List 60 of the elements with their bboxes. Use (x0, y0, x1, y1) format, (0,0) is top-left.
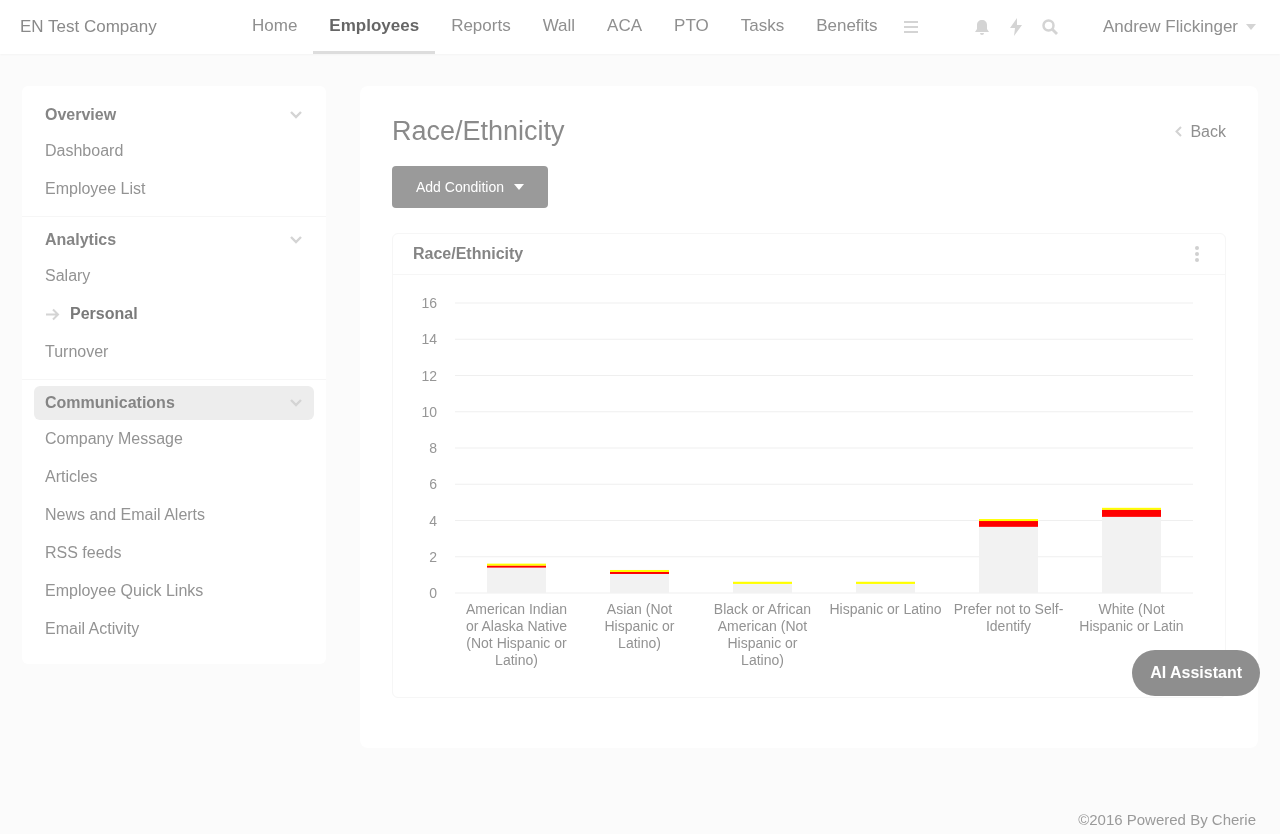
y-tick-label: 10 (421, 403, 437, 420)
y-tick-label: 0 (429, 585, 437, 601)
sidebar-item[interactable]: Dashboard (34, 132, 314, 170)
chevron-down-icon (290, 236, 302, 244)
sidebar-section-header[interactable]: Analytics (34, 223, 314, 257)
x-axis-label: Hispanic or Latino (828, 601, 943, 619)
menu-icon[interactable] (903, 21, 918, 33)
x-axis-label: White (Not Hispanic or Latin (1078, 601, 1185, 636)
search-icon[interactable] (1041, 19, 1058, 35)
section-title: Overview (45, 106, 117, 124)
arrow-right-icon (45, 307, 60, 321)
caret-down-icon (1246, 24, 1256, 30)
sidebar-section-header[interactable]: Communications (34, 386, 314, 420)
nav-tab[interactable]: Benefits (800, 0, 894, 54)
back-link[interactable]: Back (1175, 122, 1226, 141)
sidebar-item[interactable]: Articles (34, 458, 314, 496)
sidebar-item[interactable]: Employee List (34, 170, 314, 208)
section-title: Communications (45, 394, 175, 412)
sidebar-item[interactable]: Turnover (34, 333, 314, 371)
x-axis-label: Asian (Not Hispanic or Latino) (603, 601, 676, 653)
y-tick-label: 14 (421, 331, 437, 348)
sidebar-item[interactable]: RSS feeds (34, 534, 314, 572)
panel-title: Race/Ethnicity (413, 245, 524, 263)
chevron-down-icon (290, 399, 302, 407)
bell-icon[interactable] (973, 18, 990, 36)
nav-tab[interactable]: Tasks (724, 0, 801, 54)
company-name: EN Test Company (20, 17, 158, 37)
nav-tab[interactable]: ACA (591, 0, 659, 54)
sidebar-item[interactable]: Personal (34, 295, 314, 333)
nav-tab[interactable]: Reports (435, 0, 527, 54)
add-condition-button[interactable]: Add Condition (392, 166, 548, 208)
footer-text: ©2016 Powered By Cherie (1078, 810, 1256, 828)
nav-tab[interactable]: Wall (526, 0, 592, 54)
lightning-icon[interactable] (1009, 18, 1022, 36)
x-axis-label: Prefer not to Self-Identify (952, 601, 1065, 636)
page-title: Race/Ethnicity (392, 116, 565, 147)
caret-down-icon (513, 184, 524, 190)
nav-tab[interactable]: PTO (658, 0, 725, 54)
sidebar-item[interactable]: Company Message (34, 420, 314, 458)
y-tick-label: 16 (421, 295, 437, 311)
sidebar-section-header[interactable]: Overview (34, 98, 314, 132)
x-axis-label: American Indian or Alaska Native (Not Hispanic or Latino) (464, 601, 569, 669)
user-menu[interactable]: Andrew Flickinger (1102, 17, 1256, 37)
chevron-down-icon (290, 111, 302, 119)
kebab-menu-icon[interactable] (1195, 246, 1199, 262)
chevron-left-icon (1175, 126, 1183, 137)
x-axis-label: Black or African American (Not Hispanic or Latino) (712, 601, 813, 669)
y-tick-label: 12 (421, 367, 437, 384)
nav-tab[interactable]: Employees (313, 0, 436, 54)
y-tick-label: 8 (429, 440, 437, 456)
sidebar-item[interactable]: News and Email Alerts (34, 496, 314, 534)
sidebar-item[interactable]: Email Activity (34, 610, 314, 648)
sidebar-item[interactable]: Employee Quick Links (34, 572, 314, 610)
sidebar-item[interactable]: Salary (34, 257, 314, 295)
y-tick-label: 2 (429, 548, 437, 565)
section-title: Analytics (45, 231, 117, 249)
nav-tab[interactable]: Home (236, 0, 314, 54)
y-tick-label: 4 (429, 512, 437, 529)
y-tick-label: 6 (429, 476, 437, 493)
ai-assistant-button[interactable]: AI Assistant (1132, 650, 1260, 696)
